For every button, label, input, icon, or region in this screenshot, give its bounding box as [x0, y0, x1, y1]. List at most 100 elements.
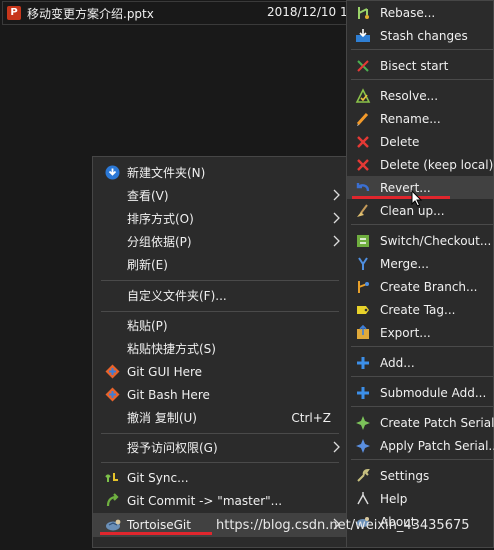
menu-separator — [351, 79, 493, 80]
menu-item-switch-checkout[interactable]: Switch/Checkout... — [347, 229, 493, 252]
add-icon — [355, 355, 371, 371]
menu-separator — [101, 280, 339, 281]
menu-separator — [351, 459, 493, 460]
delete-keep-local-icon — [355, 157, 371, 173]
menu-item-sort-by[interactable]: 排序方式(O) — [93, 207, 347, 230]
menu-item-settings[interactable]: Settings — [347, 464, 493, 487]
file-name: 移动变更方案介绍.pptx — [27, 6, 154, 21]
menu-item-stash-changes[interactable]: Stash changes — [347, 24, 493, 47]
menu-item-label: 新建文件夹(N) — [127, 166, 206, 180]
menu-item-new-folder[interactable]: 新建文件夹(N) — [93, 161, 347, 184]
menu-item-git-commit[interactable]: Git Commit -> "master"... — [93, 489, 347, 512]
shortcut-text: Ctrl+Z — [291, 410, 331, 425]
menu-item-view[interactable]: 查看(V) — [93, 184, 347, 207]
tortoisegit-icon — [105, 517, 121, 532]
menu-item-git-bash[interactable]: Git Bash Here — [93, 383, 347, 406]
menu-item-label: Stash changes — [380, 28, 468, 43]
revert-icon — [355, 180, 371, 196]
menu-item-customize-folder[interactable]: 自定义文件夹(F)... — [93, 284, 347, 307]
watermark: https://blog.csdn.net/weixin_43435675 — [216, 518, 470, 533]
menu-item-undo-copy[interactable]: 撤消 复制(U) Ctrl+Z — [93, 406, 347, 429]
menu-item-label: Help — [380, 491, 408, 506]
menu-item-label: 刷新(E) — [127, 258, 168, 272]
menu-item-label: 查看(V) — [127, 189, 169, 203]
file-date: 2018/12/10 1 — [267, 5, 348, 19]
menu-item-group-by[interactable]: 分组依据(P) — [93, 230, 347, 253]
menu-item-grant-access[interactable]: 授予访问权限(G) — [93, 436, 347, 459]
menu-item-delete[interactable]: Delete — [347, 130, 493, 153]
menu-item-label: Create Patch Serial... — [380, 415, 494, 430]
create-patch-icon — [355, 415, 371, 431]
bisect-icon — [355, 58, 371, 74]
pptx-file-icon: P — [7, 6, 21, 20]
settings-icon — [355, 468, 371, 484]
menu-item-help[interactable]: Help — [347, 487, 493, 510]
menu-item-label: TortoiseGit — [127, 518, 191, 532]
menu-item-bisect-start[interactable]: Bisect start — [347, 54, 493, 77]
menu-item-label: Rebase... — [380, 5, 436, 20]
chevron-right-icon — [331, 187, 341, 203]
menu-item-git-sync[interactable]: Git Sync... — [93, 466, 347, 489]
menu-separator — [351, 224, 493, 225]
menu-separator — [351, 49, 493, 50]
menu-item-label: Rename... — [380, 111, 441, 126]
menu-item-paste[interactable]: 粘贴(P) — [93, 314, 347, 337]
switch-checkout-icon — [355, 233, 371, 249]
delete-icon — [355, 134, 371, 150]
menu-item-label: Revert... — [380, 180, 431, 195]
menu-item-label: Delete (keep local) — [380, 157, 494, 172]
menu-item-label: Git GUI Here — [127, 364, 203, 379]
menu-item-apply-patch-serial[interactable]: Apply Patch Serial... — [347, 434, 494, 457]
menu-item-add[interactable]: Add... — [347, 351, 493, 374]
menu-item-delete-keep-local[interactable]: Delete (keep local) — [347, 153, 493, 176]
menu-item-label: Settings — [380, 468, 430, 483]
chevron-right-icon — [331, 210, 341, 226]
menu-separator — [101, 462, 339, 463]
menu-item-partial[interactable] — [93, 538, 347, 550]
stash-icon — [355, 28, 371, 44]
menu-item-create-branch[interactable]: Create Branch... — [347, 275, 493, 298]
create-branch-icon — [355, 279, 371, 295]
git-sync-icon — [105, 470, 120, 485]
menu-item-submodule-add[interactable]: Submodule Add... — [347, 381, 493, 404]
menu-item-git-gui[interactable]: Git GUI Here — [93, 360, 347, 383]
menu-separator — [351, 376, 493, 377]
menu-item-merge[interactable]: Merge... — [347, 252, 493, 275]
menu-item-create-tag[interactable]: Create Tag... — [347, 298, 493, 321]
menu-item-create-patch-serial[interactable]: Create Patch Serial... — [347, 411, 494, 434]
menu-item-label: Submodule Add... — [380, 385, 487, 400]
menu-item-label: 粘贴快捷方式(S) — [127, 342, 216, 356]
menu-item-label: Add... — [380, 355, 415, 370]
menu-separator — [101, 311, 339, 312]
menu-item-label: 撤消 复制(U) — [127, 411, 197, 425]
menu-item-resolve[interactable]: Resolve... — [347, 84, 493, 107]
rename-icon — [355, 111, 371, 127]
merge-icon — [355, 256, 371, 272]
menu-item-label: Switch/Checkout... — [380, 233, 492, 248]
chevron-right-icon — [331, 233, 341, 249]
chevron-right-icon — [331, 439, 341, 455]
file-list-item[interactable]: P 移动变更方案介绍.pptx 2018/12/10 1 — [2, 1, 352, 25]
menu-item-label: Create Tag... — [380, 302, 456, 317]
menu-item-label: Apply Patch Serial... — [380, 438, 494, 453]
menu-item-paste-shortcut[interactable]: 粘贴快捷方式(S) — [93, 337, 347, 360]
menu-item-label: 粘贴(P) — [127, 319, 168, 333]
menu-item-label: 授予访问权限(G) — [127, 441, 218, 455]
export-icon — [355, 324, 371, 341]
menu-item-label: Resolve... — [380, 88, 439, 103]
explorer-context-menu: 新建文件夹(N) 查看(V) 排序方式(O) 分组依据(P) 刷新(E) 自定义… — [92, 156, 348, 548]
menu-item-export[interactable]: Export... — [347, 321, 493, 344]
cleanup-icon — [355, 203, 371, 219]
git-gui-icon — [105, 364, 120, 379]
menu-item-rename[interactable]: Rename... — [347, 107, 493, 130]
tortoisegit-submenu: Rebase... Stash changes Bisect start Res… — [346, 0, 494, 548]
menu-item-label: Bisect start — [380, 58, 449, 73]
git-bash-icon — [105, 387, 120, 402]
menu-item-rebase[interactable]: Rebase... — [347, 1, 493, 24]
menu-item-label: Create Branch... — [380, 279, 478, 294]
menu-item-refresh[interactable]: 刷新(E) — [93, 253, 347, 276]
menu-item-label: Git Commit -> "master"... — [127, 493, 283, 508]
resolve-icon — [355, 88, 371, 104]
create-tag-icon — [355, 302, 371, 318]
menu-separator — [101, 433, 339, 434]
